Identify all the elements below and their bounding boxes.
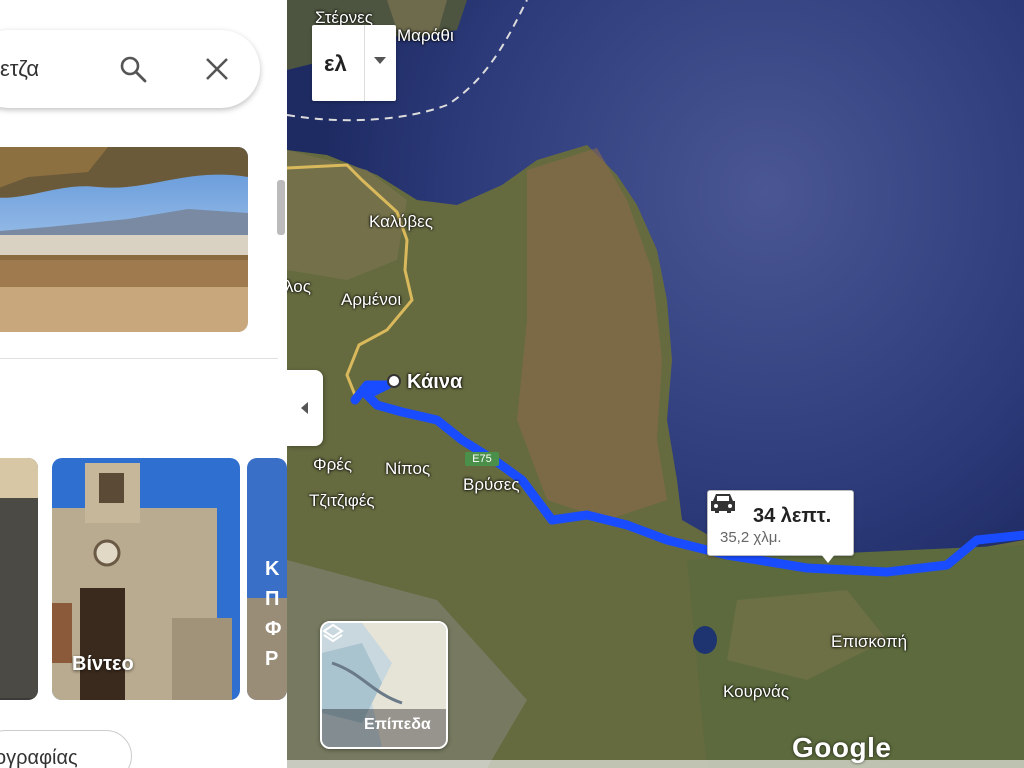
photos-chip-label: ογραφίας xyxy=(0,747,78,768)
chevron-left-icon xyxy=(301,402,308,414)
place-label-kournas: Κουρνάς xyxy=(723,682,790,701)
language-divider xyxy=(364,25,365,101)
search-icon[interactable] xyxy=(118,54,148,84)
place-label-armenoi: Αρμένοι xyxy=(341,290,402,309)
search-input[interactable]: ετζα xyxy=(0,56,39,82)
panel-divider xyxy=(0,358,278,359)
layers-label: Επίπεδα xyxy=(364,716,431,733)
place-label-nipos: Νίπος xyxy=(385,459,431,478)
close-icon[interactable] xyxy=(202,54,232,84)
layers-icon xyxy=(322,623,344,643)
partial-letter: Π xyxy=(265,588,280,610)
video-label: Βίντεο xyxy=(72,653,134,675)
route-box-pointer xyxy=(820,553,836,563)
road-shield: E75 xyxy=(465,452,499,466)
partial-letter: Φ xyxy=(265,618,282,640)
search-box[interactable]: ετζα xyxy=(0,30,260,108)
partial-letter: Κ xyxy=(265,558,280,580)
side-panel: ετζα Βίντεο Κ Π Φ Ρ ογραφίας xyxy=(0,0,287,768)
layers-button[interactable]: Επίπεδα xyxy=(320,621,448,749)
map-view[interactable]: Στέρνες Μαράθι Καλύβες Αρμένοι λος Κάινα… xyxy=(287,0,1024,768)
place-label-marathi: Μαράθι xyxy=(397,26,454,45)
place-hero-photo[interactable] xyxy=(0,147,248,332)
place-label-kaina[interactable]: Κάινα xyxy=(407,371,462,394)
route-info-box[interactable]: 34 λεπτ. 35,2 χλμ. xyxy=(707,490,854,556)
place-label-vryses: Βρύσες xyxy=(463,475,520,494)
app-root: ετζα Βίντεο Κ Π Φ Ρ ογραφίας Στέρνες Μαρ… xyxy=(0,0,1024,768)
collapse-panel-button[interactable] xyxy=(287,370,323,446)
route-distance: 35,2 χλμ. xyxy=(720,529,782,546)
route-time: 34 λεπτ. xyxy=(753,505,832,527)
video-thumbnail[interactable]: Βίντεο xyxy=(52,458,240,700)
photo-thumbnail[interactable] xyxy=(0,458,38,700)
place-label-kalyves: Καλύβες xyxy=(369,212,433,231)
hero-photo-image xyxy=(0,147,248,332)
place-label-los: λος xyxy=(287,277,311,296)
more-thumbnail[interactable]: Κ Π Φ Ρ xyxy=(247,458,287,700)
car-icon xyxy=(711,494,735,513)
place-label-episkopi: Επισκοπή xyxy=(831,632,908,651)
partial-letter: Ρ xyxy=(265,648,279,670)
place-label-tzitzifes: Τζιτζιφές xyxy=(309,491,375,510)
chevron-down-icon[interactable] xyxy=(374,57,386,64)
language-label: ελ xyxy=(324,51,347,76)
panel-scrollbar[interactable] xyxy=(277,180,285,235)
photos-chip[interactable]: ογραφίας xyxy=(0,730,132,768)
thumbnail-image xyxy=(0,458,38,700)
place-marker[interactable] xyxy=(387,374,401,388)
language-selector[interactable]: ελ xyxy=(312,25,396,101)
google-logo: Google xyxy=(792,732,892,763)
map-attribution-bar xyxy=(287,760,1024,768)
place-label-fres: Φρές xyxy=(313,455,353,474)
